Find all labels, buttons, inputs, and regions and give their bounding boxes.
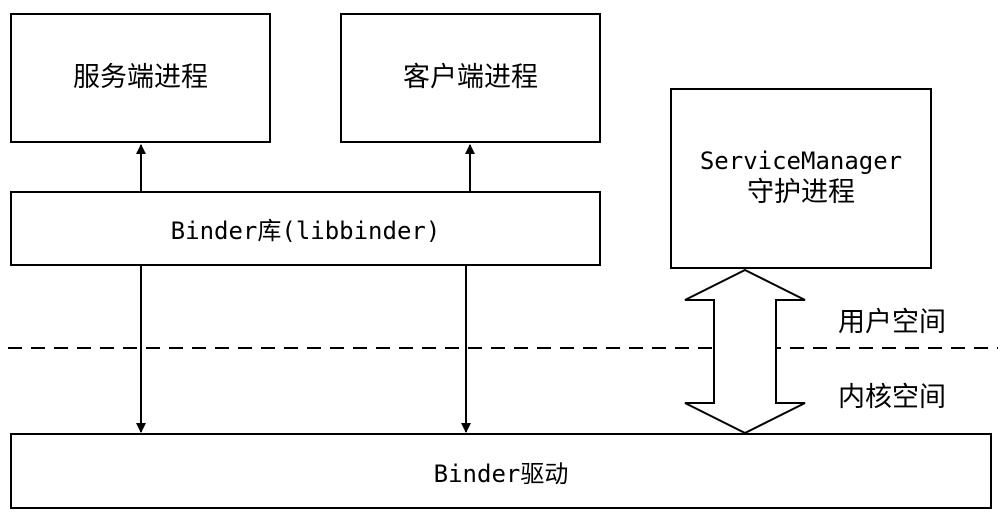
service-manager-role: 守护进程: [746, 176, 855, 208]
service-manager-text: ServiceManager 守护进程: [700, 147, 902, 210]
binder-library-box: Binder库(libbinder): [10, 191, 601, 266]
binder-driver-label: Binder驱动: [433, 459, 569, 488]
binder-library-label: Binder库(libbinder): [170, 217, 441, 245]
service-manager-box: ServiceManager 守护进程: [670, 88, 932, 269]
server-process-box: 服务端进程: [10, 13, 271, 143]
service-manager-name: ServiceManager: [699, 146, 903, 175]
client-process-label: 客户端进程: [403, 62, 538, 94]
user-space-label: 用户空间: [838, 307, 946, 338]
double-arrow-servicemanager-driver: [684, 268, 806, 435]
binder-driver-box: Binder驱动: [10, 433, 992, 509]
kernel-space-label: 内核空间: [838, 382, 946, 413]
server-process-label: 服务端进程: [73, 62, 208, 94]
client-process-box: 客户端进程: [340, 13, 601, 143]
